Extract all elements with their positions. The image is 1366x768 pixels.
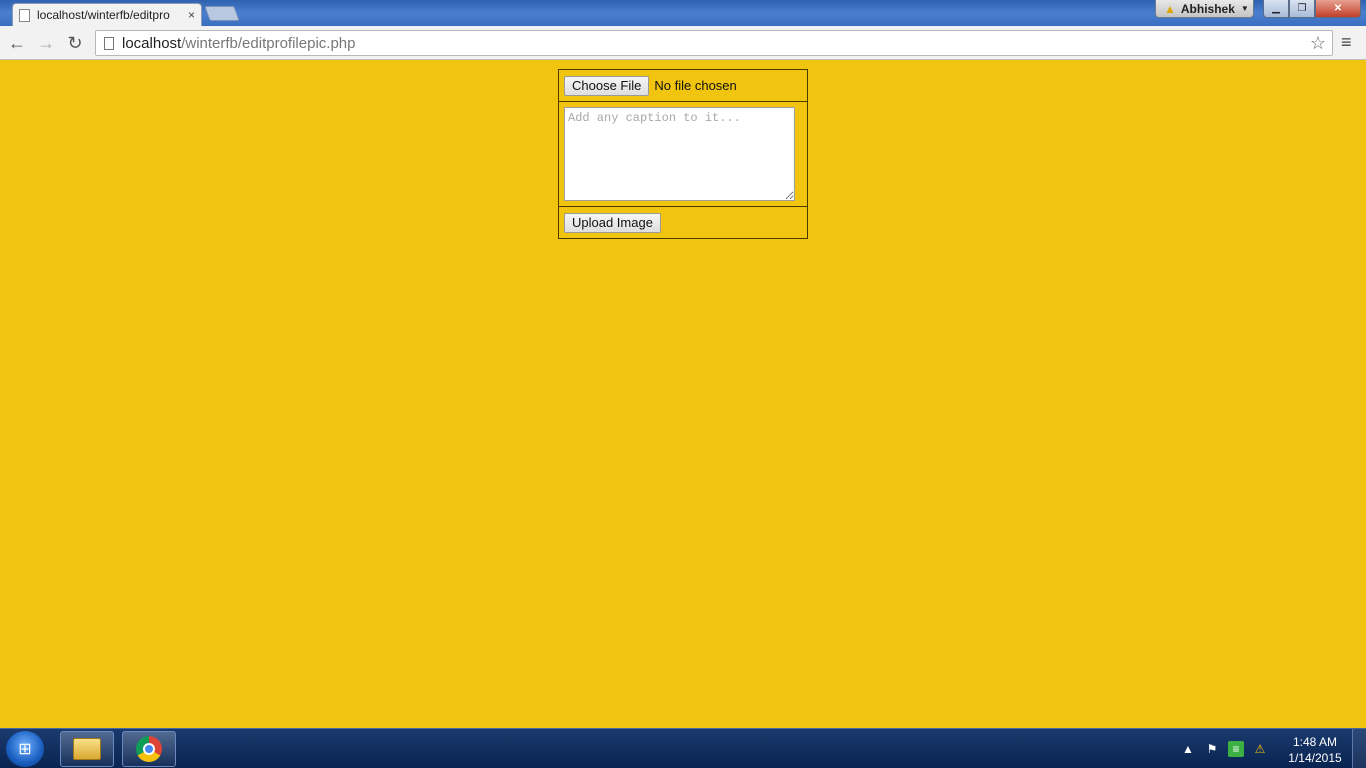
clock-date: 1/14/2015: [1288, 751, 1342, 765]
action-center-flag-icon[interactable]: ⚑: [1204, 741, 1220, 757]
back-button[interactable]: ←: [5, 31, 29, 55]
power-warning-icon[interactable]: ⚠: [1252, 741, 1268, 757]
file-row: Choose File No file chosen: [559, 70, 807, 102]
close-tab-icon[interactable]: ×: [188, 8, 195, 22]
profile-name: Abhishek: [1180, 1, 1235, 16]
show-desktop-button[interactable]: [1352, 729, 1366, 768]
explorer-taskbar-button[interactable]: [60, 731, 114, 767]
tab-title: localhost/winterfb/editpro: [37, 8, 170, 22]
page-icon: [19, 8, 30, 22]
address-bar[interactable]: localhost/winterfb/editprofilepic.php ☆: [95, 30, 1333, 56]
forward-button[interactable]: →: [34, 31, 58, 55]
upload-image-button[interactable]: Upload Image: [564, 212, 661, 233]
reload-icon: ↻: [67, 32, 83, 53]
chevron-down-icon: ▼: [1240, 4, 1249, 13]
file-status: No file chosen: [654, 78, 737, 93]
start-button[interactable]: ⊞: [6, 731, 44, 767]
url-host: localhost: [122, 34, 182, 52]
network-icon[interactable]: ≡: [1228, 741, 1244, 757]
caption-textarea[interactable]: [564, 107, 795, 201]
warning-icon: ▲: [1164, 1, 1176, 16]
upload-row: Upload Image: [559, 207, 807, 238]
caption-row: [559, 102, 807, 207]
system-tray: ▲ ⚑ ≡ ⚠: [1180, 729, 1268, 768]
profile-button[interactable]: ▲ Abhishek ▼: [1155, 0, 1254, 18]
chrome-icon: [136, 736, 162, 762]
windows-logo-icon: ⊞: [18, 741, 32, 758]
page-icon: [104, 36, 114, 50]
browser-toolbar: ← → ↻ localhost/winterfb/editprofilepic.…: [0, 26, 1366, 60]
clock[interactable]: 1:48 AM 1/14/2015: [1284, 734, 1346, 766]
new-tab-button[interactable]: [204, 6, 240, 21]
folder-icon: [73, 738, 101, 760]
reload-button[interactable]: ↻: [63, 31, 87, 55]
chrome-taskbar-button[interactable]: [122, 731, 176, 767]
window-title-bar: localhost/winterfb/editpro × ▲ Abhishek …: [0, 0, 1366, 26]
window-controls: ▁ ❐ ✕: [1263, 0, 1361, 18]
minimize-button[interactable]: ▁: [1263, 0, 1289, 18]
choose-file-button[interactable]: Choose File: [564, 75, 650, 96]
close-window-button[interactable]: ✕: [1315, 0, 1361, 18]
url-path: /winterfb/editprofilepic.php: [181, 34, 356, 52]
restore-button[interactable]: ❐: [1289, 0, 1315, 18]
clock-time: 1:48 AM: [1292, 735, 1338, 749]
upload-form: Choose File No file chosen Upload Image: [558, 69, 808, 239]
menu-icon[interactable]: ≡: [1341, 32, 1352, 53]
arrow-left-icon: ←: [8, 32, 26, 53]
bookmark-star-icon[interactable]: ☆: [1310, 33, 1326, 54]
show-hidden-icons-icon[interactable]: ▲: [1180, 741, 1196, 757]
taskbar: ⊞ ▲ ⚑ ≡ ⚠ 1:48 AM 1/14/2015: [0, 728, 1366, 768]
arrow-right-icon: →: [37, 32, 55, 53]
browser-tab[interactable]: localhost/winterfb/editpro ×: [12, 3, 202, 26]
